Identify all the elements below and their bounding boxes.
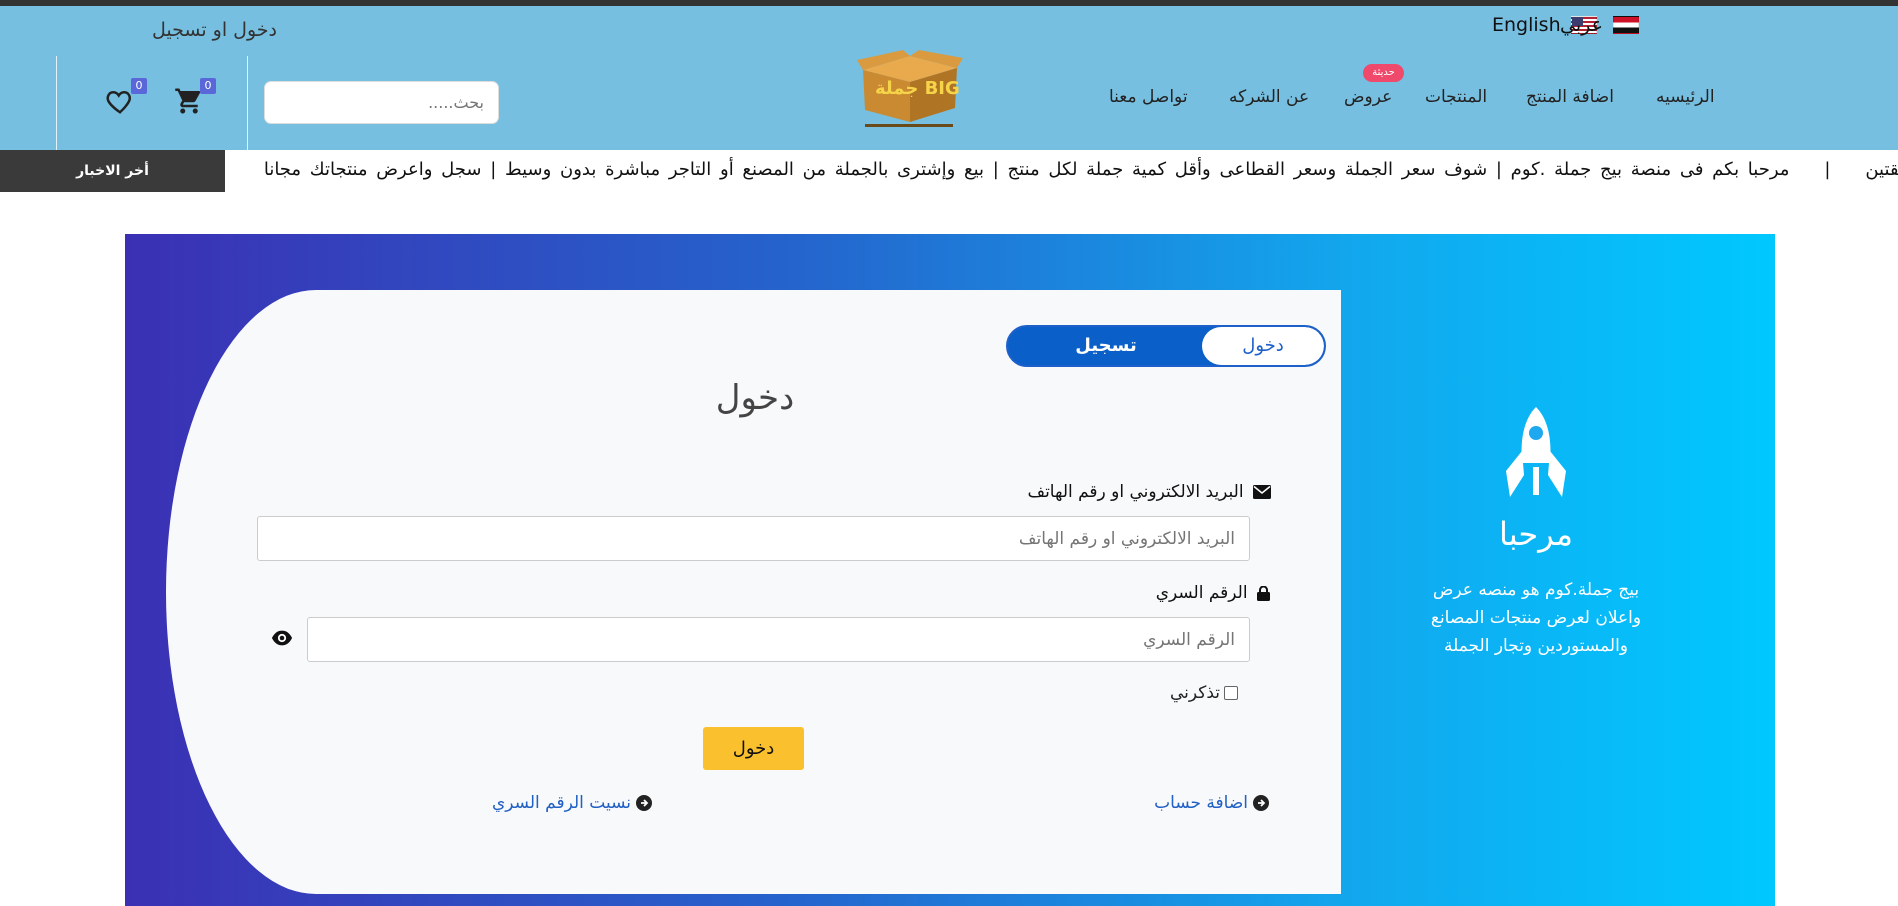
language-arabic[interactable]: عربي [1560, 14, 1639, 36]
latest-news-label: أخر الاخبار [0, 150, 225, 192]
remember-label: تذكرني [1170, 683, 1221, 703]
email-label-text: البريد الالكتروني او رقم الهاتف [1027, 482, 1244, 502]
login-submit-button[interactable]: دخول [703, 727, 804, 770]
header-divider-left [56, 56, 57, 150]
nav-offers[interactable]: عروض [1344, 87, 1392, 107]
envelope-icon [1253, 485, 1271, 499]
nav-about[interactable]: عن الشركه [1229, 87, 1309, 107]
ticker-tail: يقتين [1865, 159, 1898, 180]
login-title: دخول [715, 378, 795, 418]
rocket-icon [1506, 407, 1566, 497]
arabic-label: عربي [1560, 14, 1603, 36]
header-divider-right [247, 56, 248, 150]
logo-wordmark: جملة BIG [875, 78, 960, 99]
remember-me: تذكرني [1170, 683, 1239, 703]
arrow-circle-right-icon [636, 795, 652, 811]
lock-icon [1257, 585, 1270, 601]
password-label-text: الرقم السري [1155, 583, 1248, 603]
tab-login[interactable]: دخول [1202, 327, 1324, 365]
password-label: الرقم السري [1156, 583, 1270, 603]
ticker-text: يقتين | مرحبا بكم فى منصة بيج جملة .كوم … [264, 159, 1898, 180]
eye-icon[interactable] [271, 628, 293, 648]
forgot-password-text: نسيت الرقم السري [491, 793, 631, 813]
welcome-title: مرحبا [1499, 515, 1573, 553]
new-badge: حديثة [1363, 64, 1404, 82]
welcome-description: بيج جملة.كوم هو منصه عرض واعلان لعرض منت… [1430, 580, 1642, 656]
add-account-text: اضافة حساب [1154, 793, 1248, 813]
ticker-messages: مرحبا بكم فى منصة بيج جملة .كوم | شوف سع… [263, 159, 1790, 180]
site-logo[interactable]: جملة BIG [855, 50, 965, 132]
tab-register[interactable]: تسجيل [1008, 327, 1204, 365]
add-account-link[interactable]: اضافة حساب [1154, 793, 1269, 813]
egypt-flag-icon [1612, 16, 1639, 34]
news-ticker: يقتين | مرحبا بكم فى منصة بيج جملة .كوم … [0, 150, 1898, 192]
cart-count-badge: 0 [200, 78, 216, 94]
login-register-link[interactable]: دخول او تسجيل [152, 19, 277, 41]
wishlist-count-badge: 0 [131, 78, 147, 94]
password-field[interactable] [307, 617, 1250, 662]
search-input[interactable] [264, 81, 499, 124]
auth-tabs: تسجيل دخول [1006, 325, 1326, 367]
english-label: English [1492, 14, 1561, 36]
email-label: البريد الالكتروني او رقم الهاتف [1027, 482, 1271, 502]
forgot-password-link[interactable]: نسيت الرقم السري [492, 793, 652, 813]
nav-add-product[interactable]: اضافة المنتج [1526, 87, 1614, 107]
nav-home[interactable]: الرئيسيه [1656, 87, 1715, 107]
ticker-separator: | [1798, 159, 1857, 180]
nav-contact[interactable]: تواصل معنا [1109, 87, 1188, 107]
arrow-circle-right-icon [1253, 795, 1269, 811]
nav-products[interactable]: المنتجات [1425, 87, 1487, 107]
remember-checkbox[interactable] [1224, 686, 1239, 700]
email-field[interactable] [257, 516, 1250, 561]
